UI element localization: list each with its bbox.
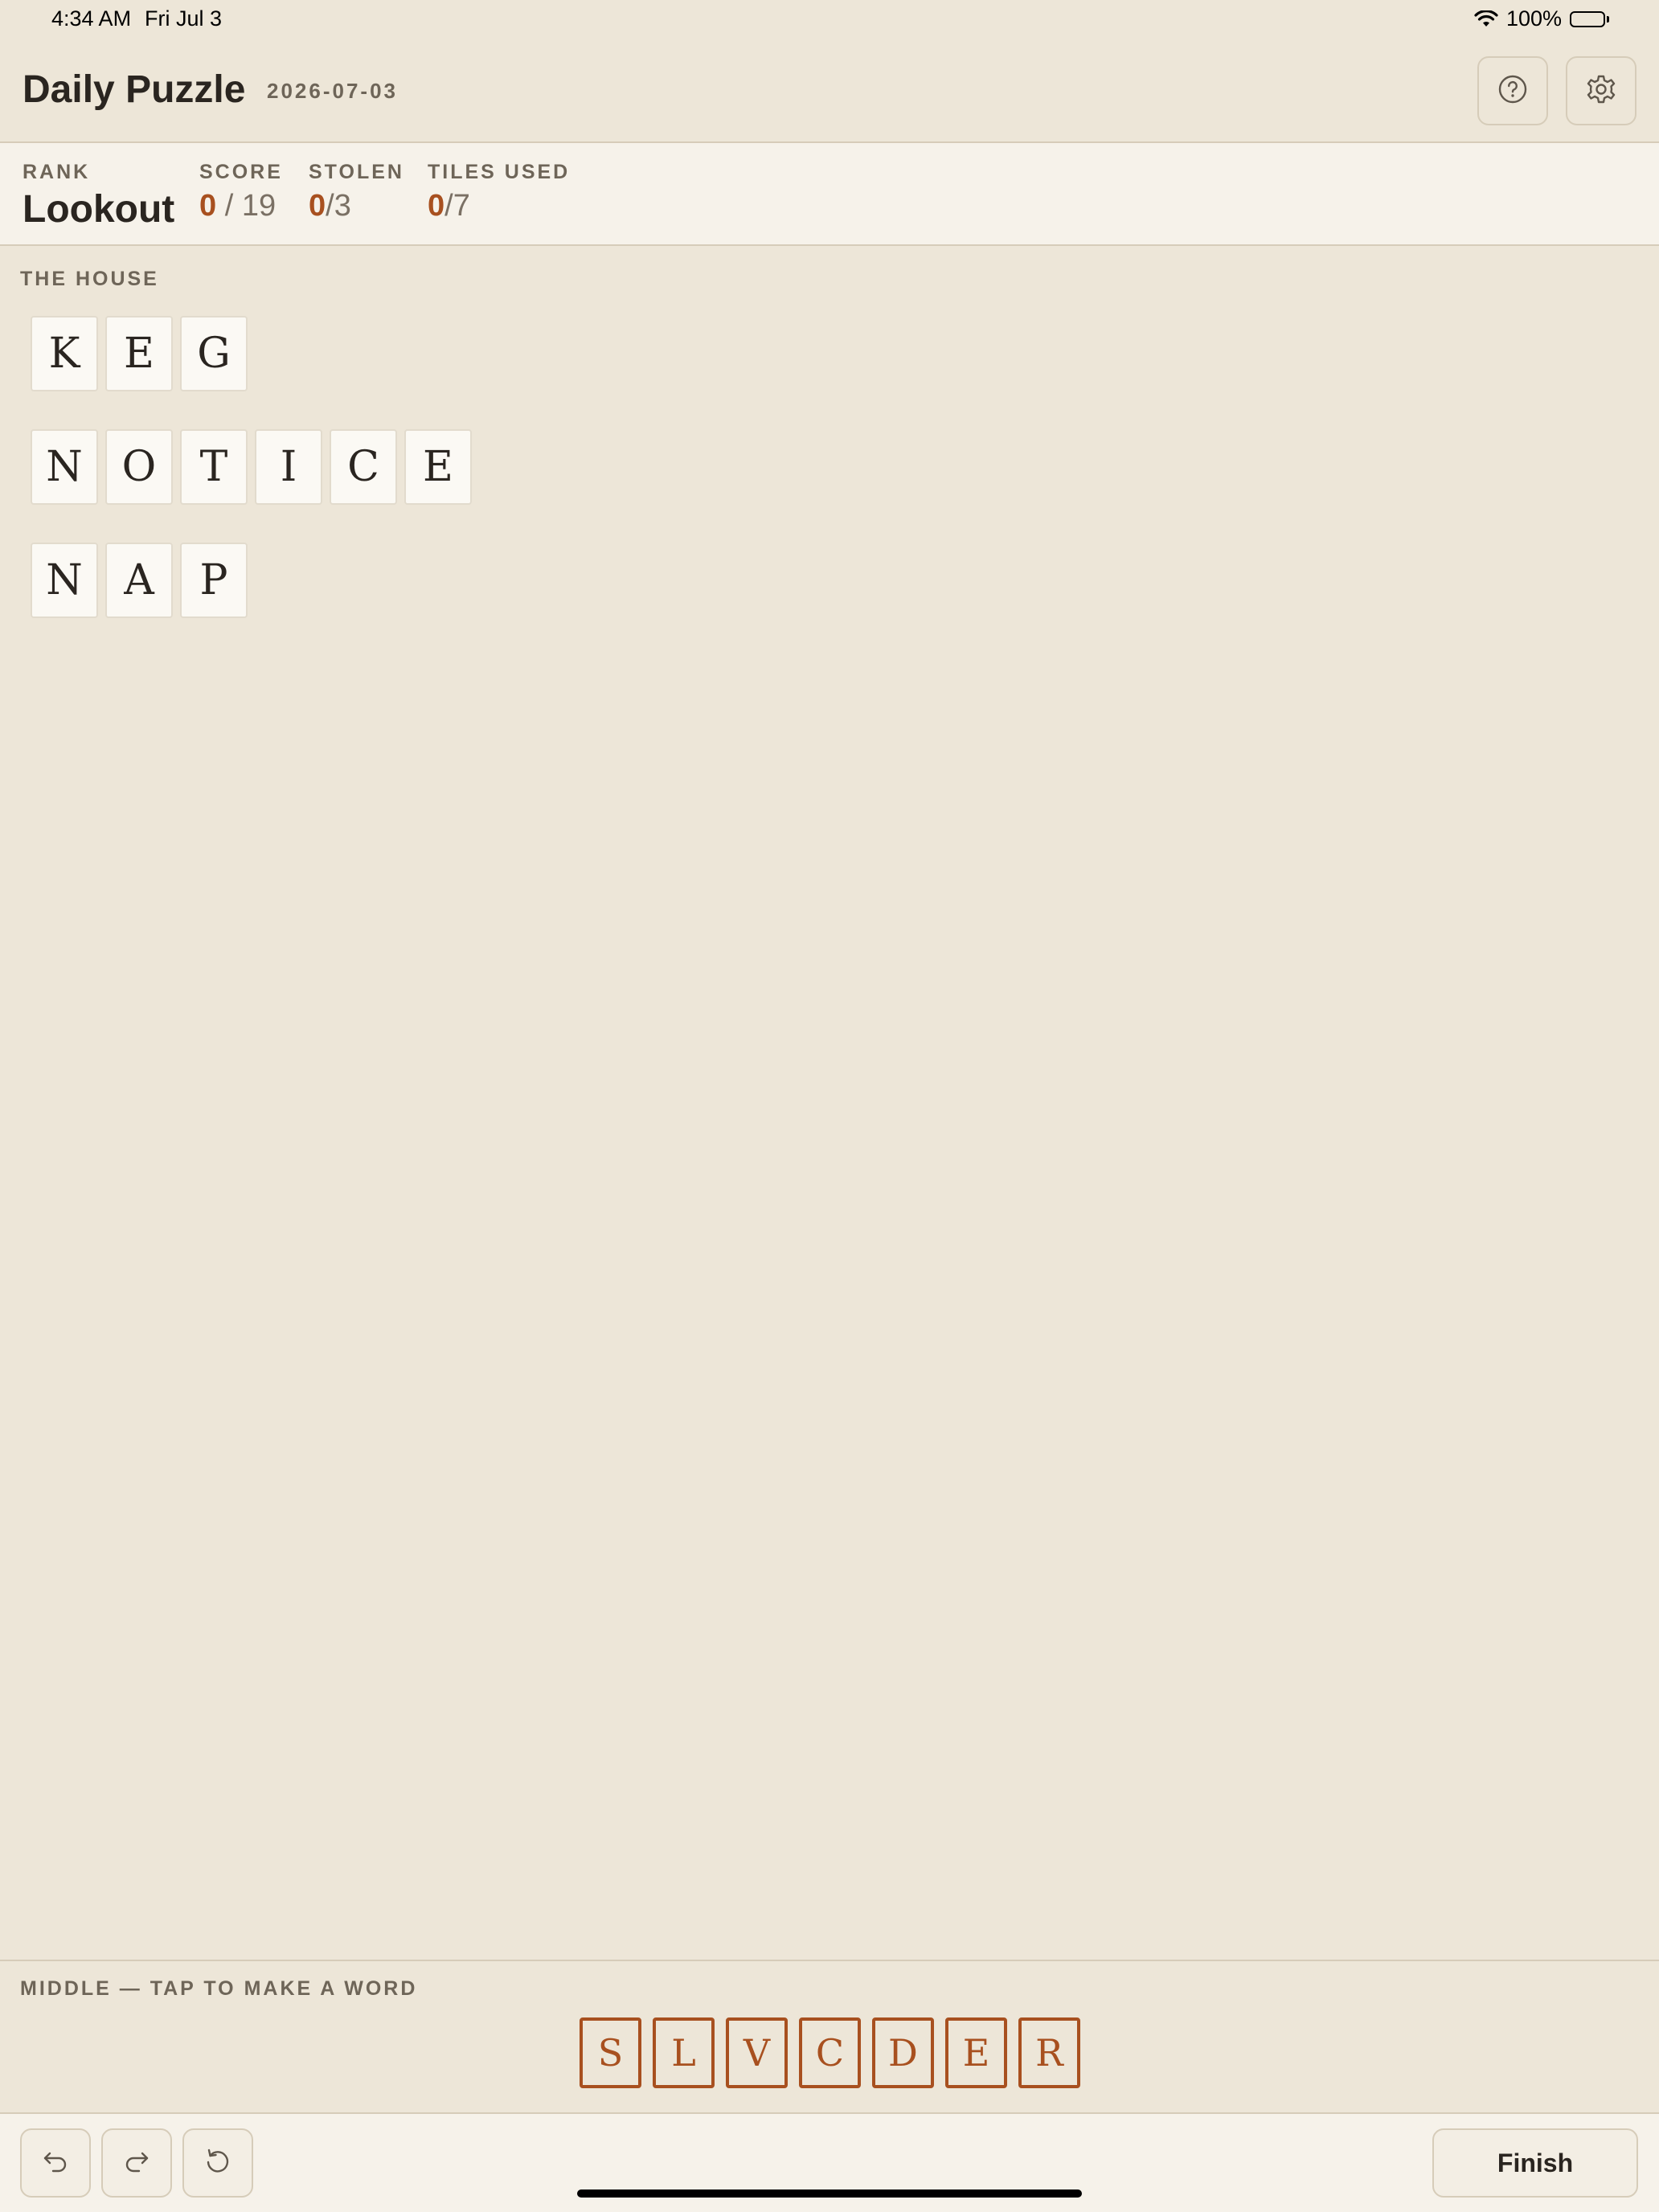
score-current: 0 <box>199 189 217 223</box>
status-date: Fri Jul 3 <box>145 6 223 31</box>
house-tile[interactable]: A <box>105 543 173 618</box>
house-tile[interactable]: I <box>255 429 322 505</box>
score-label: SCORE <box>199 161 283 183</box>
gear-icon <box>1584 72 1618 110</box>
middle-label: MIDDLE — TAP TO MAKE A WORD <box>20 1977 418 2000</box>
house-tile[interactable]: E <box>105 316 173 391</box>
middle-tile[interactable]: C <box>799 2017 861 2088</box>
middle-tile[interactable]: D <box>872 2017 934 2088</box>
stats-bar: RANK Lookout SCORE 0 / 19 STOLEN 0/3 TIL… <box>0 143 1659 246</box>
house-word-keg[interactable]: K E G <box>31 316 248 391</box>
wifi-icon <box>1474 10 1498 28</box>
house-tile[interactable]: T <box>180 429 248 505</box>
score-value: 0 / 19 <box>199 189 283 223</box>
finish-button[interactable]: Finish <box>1432 2128 1638 2198</box>
redo-button[interactable] <box>101 2128 172 2198</box>
page-title: Daily Puzzle <box>23 68 246 111</box>
help-circle-icon <box>1497 73 1529 109</box>
undo-button[interactable] <box>20 2128 91 2198</box>
status-bar: 4:34 AM Fri Jul 3 100% <box>0 0 1659 39</box>
rank-stat: RANK Lookout <box>23 161 174 231</box>
house-word-nap[interactable]: N A P <box>31 543 248 618</box>
middle-tiles: S L V C D E R <box>580 2017 1080 2088</box>
app-screen: 4:34 AM Fri Jul 3 100% Daily Puzzle 2026… <box>0 0 1659 2212</box>
house-tile[interactable]: G <box>180 316 248 391</box>
stolen-current: 0 <box>309 189 326 223</box>
house-tile[interactable]: P <box>180 543 248 618</box>
header: Daily Puzzle 2026-07-03 <box>0 39 1659 143</box>
middle-section: MIDDLE — TAP TO MAKE A WORD S L V C D E … <box>0 1960 1659 2112</box>
middle-tile[interactable]: L <box>653 2017 715 2088</box>
house-tile[interactable]: C <box>330 429 397 505</box>
rank-label: RANK <box>23 161 91 183</box>
house-tile[interactable]: N <box>31 543 98 618</box>
house-tile[interactable]: O <box>105 429 173 505</box>
reset-icon <box>202 2145 234 2181</box>
undo-icon <box>39 2145 72 2181</box>
battery-percentage: 100% <box>1505 6 1562 31</box>
stolen-value: 0/3 <box>309 189 404 223</box>
house-tile[interactable]: K <box>31 316 98 391</box>
house-word-notice[interactable]: N O T I C E <box>31 429 472 505</box>
redo-icon <box>121 2145 153 2181</box>
middle-tile[interactable]: V <box>726 2017 788 2088</box>
tiles-used-total: /7 <box>444 189 470 223</box>
settings-button[interactable] <box>1566 56 1636 125</box>
stolen-stat: STOLEN 0/3 <box>309 161 404 223</box>
status-indicators: 100% <box>1474 6 1609 31</box>
stolen-label: STOLEN <box>309 161 404 183</box>
house-label: THE HOUSE <box>20 268 159 290</box>
score-total: / 19 <box>216 189 276 223</box>
help-button[interactable] <box>1477 56 1548 125</box>
reset-button[interactable] <box>182 2128 253 2198</box>
home-indicator[interactable] <box>577 2189 1082 2198</box>
battery-icon <box>1570 10 1609 27</box>
middle-tile[interactable]: E <box>945 2017 1007 2088</box>
tiles-used-current: 0 <box>428 189 445 223</box>
puzzle-date: 2026-07-03 <box>267 79 398 103</box>
tiles-used-stat: TILES USED 0/7 <box>428 161 570 223</box>
stolen-total: /3 <box>326 189 351 223</box>
tiles-used-value: 0/7 <box>428 189 570 223</box>
house-tile[interactable]: E <box>404 429 472 505</box>
middle-tile[interactable]: S <box>580 2017 641 2088</box>
status-time: 4:34 AM <box>51 6 132 31</box>
tiles-used-label: TILES USED <box>428 161 571 183</box>
score-stat: SCORE 0 / 19 <box>199 161 283 223</box>
middle-tile[interactable]: R <box>1018 2017 1080 2088</box>
house-tile[interactable]: N <box>31 429 98 505</box>
rank-value: Lookout <box>23 188 175 231</box>
